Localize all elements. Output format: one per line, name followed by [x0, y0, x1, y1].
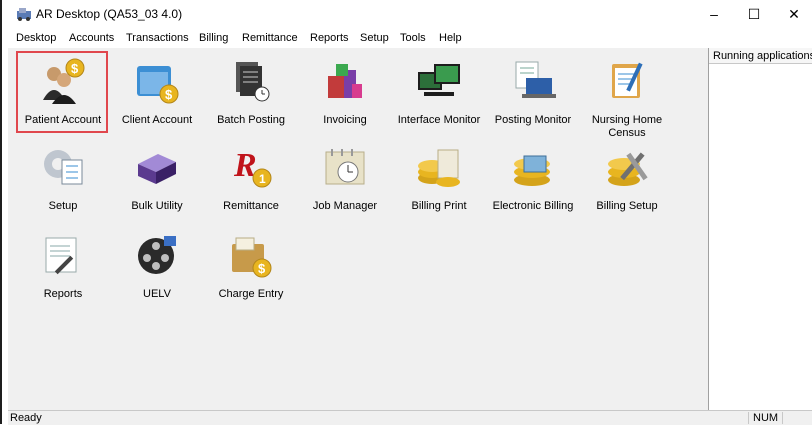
colored-blocks-icon: [328, 64, 362, 98]
tile-label: Interface Monitor: [397, 114, 481, 126]
tile-invoicing[interactable]: Invoicing: [300, 54, 390, 134]
tile-label: Billing Setup: [596, 200, 658, 212]
tile-label: Bulk Utility: [131, 200, 183, 212]
tile-label: Electronic Billing: [492, 200, 574, 212]
title-bar: AR Desktop (QA53_03 4.0) – ☐ ✕: [2, 0, 812, 28]
gear-document-icon: [44, 150, 83, 185]
menu-transactions[interactable]: Transactions: [126, 32, 189, 44]
document-pen-icon: [45, 237, 77, 275]
window-left-edge: [0, 0, 2, 424]
clipboard-icon: [612, 62, 643, 98]
svg-text:1: 1: [259, 172, 266, 186]
tile-label: Nursing Home Census: [591, 114, 663, 139]
tile-label: UELV: [143, 288, 171, 300]
tile-remittance[interactable]: R 1 Remittance: [206, 140, 296, 220]
tile-label: Remittance: [223, 200, 279, 212]
tile-uelv[interactable]: UELV: [112, 228, 202, 308]
menu-billing[interactable]: Billing: [199, 32, 228, 44]
monitors-icon: [418, 64, 460, 96]
tile-job-manager[interactable]: Job Manager: [300, 140, 390, 220]
running-applications-panel: Running applications: [708, 48, 812, 410]
running-applications-header: Running applications: [709, 48, 812, 64]
tile-label: Job Manager: [312, 200, 378, 212]
minimize-button[interactable]: –: [694, 0, 734, 28]
calendar-clock-icon: [325, 149, 365, 185]
tile-label: Invoicing: [323, 114, 367, 126]
film-reel-icon: [138, 236, 176, 274]
desktop-area: $ Patient Account $ Client Account Batch…: [8, 48, 708, 410]
status-bar: Ready NUM: [8, 410, 812, 425]
tile-interface-monitor[interactable]: Interface Monitor: [394, 54, 484, 134]
window-title: AR Desktop (QA53_03 4.0): [36, 7, 183, 21]
menu-desktop[interactable]: Desktop: [16, 32, 56, 44]
selection-highlight: [16, 51, 108, 133]
tile-setup[interactable]: Setup: [18, 140, 108, 220]
tile-client-account[interactable]: $ Client Account: [112, 54, 202, 134]
close-button[interactable]: ✕: [774, 0, 812, 28]
tile-billing-setup[interactable]: Billing Setup: [582, 140, 672, 220]
tile-reports[interactable]: Reports: [18, 228, 108, 308]
tile-label: Billing Print: [411, 200, 467, 212]
status-text: Ready: [10, 412, 42, 424]
menu-remittance[interactable]: Remittance: [242, 32, 298, 44]
menu-setup[interactable]: Setup: [360, 32, 389, 44]
tile-nursing-home-census[interactable]: Nursing Home Census: [582, 54, 672, 139]
purple-box-icon: [138, 154, 176, 184]
tile-posting-monitor[interactable]: Posting Monitor: [488, 54, 578, 134]
maximize-button[interactable]: ☐: [734, 0, 774, 28]
coins-screen-icon: [514, 155, 550, 186]
laptop-document-icon: [515, 61, 556, 98]
tile-label: Client Account: [121, 114, 193, 126]
tile-label: Setup: [48, 200, 78, 212]
svg-text:$: $: [165, 87, 173, 102]
menu-tools[interactable]: Tools: [400, 32, 426, 44]
menu-accounts[interactable]: Accounts: [69, 32, 114, 44]
tile-label: Charge Entry: [218, 288, 284, 300]
coins-tools-icon: [608, 152, 648, 186]
tile-label: Batch Posting: [217, 114, 285, 126]
svg-text:$: $: [258, 261, 266, 276]
folder-dollar-icon: $: [137, 66, 179, 104]
r-coin-icon: R 1: [233, 147, 272, 188]
documents-clock-icon: [236, 62, 270, 102]
num-lock-indicator: NUM: [748, 412, 784, 424]
menu-reports[interactable]: Reports: [310, 32, 349, 44]
tile-charge-entry[interactable]: $ Charge Entry: [206, 228, 296, 308]
tile-electronic-billing[interactable]: Electronic Billing: [488, 140, 578, 220]
tile-bulk-utility[interactable]: Bulk Utility: [112, 140, 202, 220]
coins-paper-icon: [418, 149, 460, 187]
tile-label: Reports: [43, 288, 83, 300]
tile-label: Posting Monitor: [494, 114, 572, 126]
tile-batch-posting[interactable]: Batch Posting: [206, 54, 296, 134]
app-icon: [17, 8, 31, 21]
menu-help[interactable]: Help: [439, 32, 462, 44]
tile-billing-print[interactable]: Billing Print: [394, 140, 484, 220]
folder-dollar-icon: $: [232, 237, 272, 278]
running-applications-label: Running applications: [713, 50, 812, 62]
menu-bar: Desktop Accounts Transactions Billing Re…: [2, 30, 812, 48]
